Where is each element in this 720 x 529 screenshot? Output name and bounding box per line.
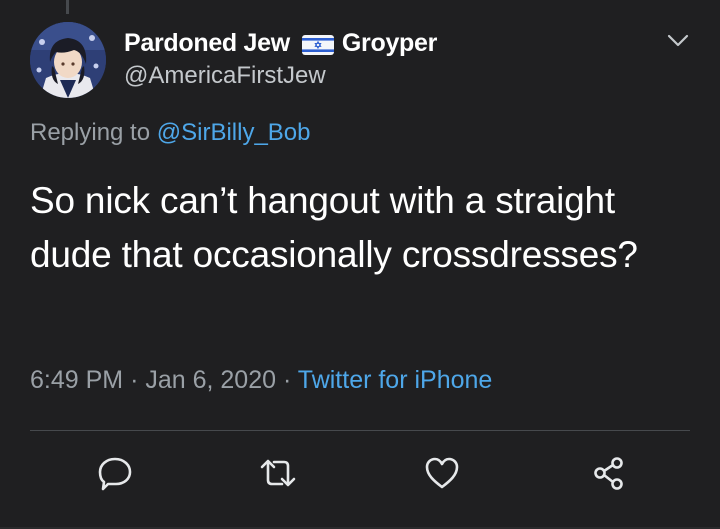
replying-to-prefix: Replying to [30, 119, 151, 146]
thread-connector-line [66, 0, 69, 14]
like-button[interactable] [417, 450, 467, 500]
replying-to: Replying to @SirBilly_Bob [30, 119, 311, 147]
display-name-row[interactable]: Pardoned Jew Groyper [124, 26, 437, 60]
retweet-button[interactable] [253, 450, 303, 500]
author-names: Pardoned Jew Groyper @AmericaFirstJew [124, 26, 437, 90]
divider [30, 430, 690, 431]
action-bar [0, 450, 720, 500]
tweet-source-link[interactable]: Twitter for iPhone [298, 366, 493, 394]
meta-separator: · [130, 366, 139, 394]
share-button[interactable] [584, 450, 634, 500]
meta-separator: · [282, 366, 292, 394]
avatar[interactable] [30, 22, 106, 98]
replying-to-handle-link[interactable]: @SirBilly_Bob [157, 119, 311, 146]
display-name-suffix[interactable]: Groyper [342, 29, 437, 58]
tweet-date[interactable]: Jan 6, 2020 [145, 366, 276, 394]
heart-icon [422, 453, 462, 498]
tweet-meta: 6:49 PM · Jan 6, 2020 · Twitter for iPho… [30, 366, 492, 395]
reply-button[interactable] [90, 450, 140, 500]
tweet-text: So nick can’t hangout with a straight du… [30, 180, 638, 275]
israel-flag-icon [301, 33, 334, 55]
retweet-icon [256, 453, 300, 498]
chevron-down-icon[interactable] [664, 28, 692, 52]
share-icon [589, 453, 629, 498]
display-name[interactable]: Pardoned Jew [124, 29, 290, 58]
reply-icon [95, 453, 135, 498]
tweet-time[interactable]: 6:49 PM [30, 366, 123, 394]
user-handle[interactable]: @AmericaFirstJew [124, 62, 437, 90]
tweet-header: Pardoned Jew Groyper @AmericaFirstJew [30, 22, 692, 102]
